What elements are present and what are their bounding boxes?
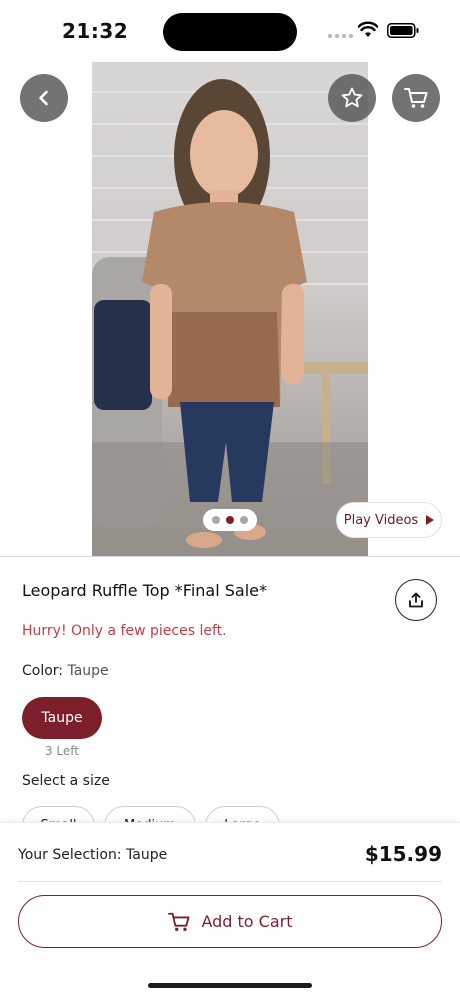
add-to-cart-label: Add to Cart xyxy=(201,912,293,931)
color-label: Color: Taupe xyxy=(22,663,109,679)
play-icon xyxy=(426,515,435,525)
product-title: Leopard Ruffle Top *Final Sale* xyxy=(22,581,267,600)
color-value: Taupe xyxy=(67,663,109,679)
play-videos-label: Play Videos xyxy=(343,512,419,528)
chevron-left-icon xyxy=(39,90,48,106)
color-option-taupe[interactable]: Taupe xyxy=(22,697,102,739)
carousel-indicator[interactable] xyxy=(203,509,257,531)
play-videos-button[interactable]: Play Videos xyxy=(336,502,442,538)
status-time: 21:32 xyxy=(62,19,129,43)
stock-count: 3 Left xyxy=(44,744,80,758)
stock-warning: Hurry! Only a few pieces left. xyxy=(22,623,227,639)
bottom-bar: Your Selection: Taupe $15.99 Add to Cart xyxy=(0,822,460,997)
color-label-text: Color: xyxy=(22,663,64,679)
cart-outline-icon xyxy=(168,912,191,931)
favorite-button[interactable] xyxy=(328,74,376,122)
product-media: Play Videos xyxy=(0,62,460,556)
back-button[interactable] xyxy=(20,74,68,122)
dynamic-island xyxy=(163,13,297,51)
divider xyxy=(0,556,460,557)
signal-icon xyxy=(328,34,353,38)
product-photo[interactable] xyxy=(92,62,368,556)
status-bar: 21:32 xyxy=(0,0,460,62)
share-icon xyxy=(409,592,423,608)
battery-icon xyxy=(387,23,419,38)
cart-icon xyxy=(404,88,428,108)
divider xyxy=(18,881,442,882)
size-label: Select a size xyxy=(22,773,110,789)
add-to-cart-button[interactable]: Add to Cart xyxy=(18,895,442,948)
cart-button[interactable] xyxy=(392,74,440,122)
selection-summary: Your Selection: Taupe xyxy=(18,847,168,863)
star-icon xyxy=(341,87,363,108)
share-button[interactable] xyxy=(395,579,437,621)
carousel-dot[interactable] xyxy=(212,516,220,524)
home-indicator xyxy=(148,983,312,988)
price: $15.99 xyxy=(364,842,442,866)
carousel-dot[interactable] xyxy=(240,516,248,524)
carousel-dot-active[interactable] xyxy=(226,516,234,524)
wifi-icon xyxy=(358,21,378,37)
